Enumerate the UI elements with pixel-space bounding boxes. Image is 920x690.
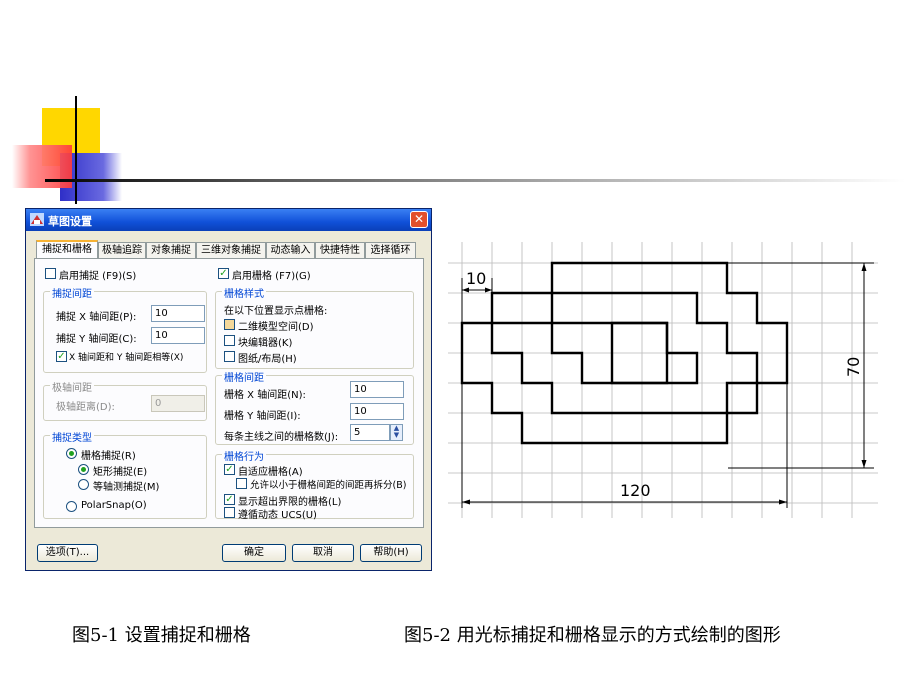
snap-type-title: 捕捉类型 xyxy=(50,429,94,444)
help-button[interactable]: 帮助(H) xyxy=(360,544,422,562)
snap-y-label: 捕捉 Y 轴间距(C): xyxy=(56,334,137,345)
snap-enable-label: 启用捕捉 (F9)(S) xyxy=(59,271,137,282)
grid-snap-radio[interactable] xyxy=(66,448,77,459)
polar-snap-label: PolarSnap(O) xyxy=(81,500,147,511)
decor-horizontal-line xyxy=(45,179,905,182)
grid-layout-label: 图纸/布局(H) xyxy=(238,354,297,365)
grid-block-checkbox[interactable] xyxy=(224,335,235,346)
follow-ucs-label: 遵循动态 UCS(U) xyxy=(238,510,317,521)
tab-3d-object-snap[interactable]: 三维对象捕捉 xyxy=(196,242,266,258)
snap-x-input[interactable]: 10 xyxy=(151,305,205,322)
grid-style-intro: 在以下位置显示点栅格: xyxy=(224,306,328,317)
grid-major-spinner[interactable]: ▲ ▼ xyxy=(390,424,403,441)
grid-spacing-group: 栅格间距 栅格 X 轴间距(N): 10 栅格 Y 轴间距(I): 10 每条主… xyxy=(215,369,414,445)
drafting-settings-dialog: 草图设置 ✕ 捕捉和栅格 极轴追踪 对象捕捉 三维对象捕捉 动态输入 快捷特性 … xyxy=(25,208,432,571)
tab-object-snap[interactable]: 对象捕捉 xyxy=(146,242,196,258)
grid-x-input[interactable]: 10 xyxy=(350,381,404,398)
snap-x-label: 捕捉 X 轴间距(P): xyxy=(56,312,137,323)
equal-spacing-label: X 轴间距和 Y 轴间距相等(X) xyxy=(69,353,184,363)
tab-label: 三维对象捕捉 xyxy=(201,245,261,256)
tab-label: 动态输入 xyxy=(270,245,311,256)
snap-type-group: 捕捉类型 栅格捕捉(R) 矩形捕捉(E) 等轴测捕捉(M) PolarSnap(… xyxy=(43,429,207,519)
rect-snap-label: 矩形捕捉(E) xyxy=(93,467,148,478)
polar-distance-label: 极轴距离(D): xyxy=(56,402,115,413)
beyond-limits-checkbox[interactable]: ✓ xyxy=(224,494,235,505)
tab-label: 快捷特性 xyxy=(320,245,360,256)
grid-block-label: 块编辑器(K) xyxy=(238,338,293,349)
grid-enable-checkbox[interactable]: ✓ xyxy=(218,268,229,279)
decor-vertical-line xyxy=(75,96,77,204)
app-icon xyxy=(30,213,44,226)
rect-snap-radio[interactable] xyxy=(78,464,89,475)
polar-spacing-title: 极轴间距 xyxy=(50,379,94,394)
tab-quick-properties[interactable]: 快捷特性 xyxy=(315,242,365,258)
caption-left: 图5-1 设置捕捉和栅格 xyxy=(72,625,251,646)
grid-major-label: 每条主线之间的栅格数(J): xyxy=(224,432,339,443)
dimensions xyxy=(461,262,874,508)
grid-model-checkbox[interactable] xyxy=(224,319,235,330)
snap-enable-checkbox[interactable] xyxy=(45,268,56,279)
options-button[interactable]: 选项(T)... xyxy=(37,544,98,562)
grid-lines xyxy=(448,242,878,518)
grid-behavior-group: 栅格行为 ✓ 自适应栅格(A) 允许以小于栅格间距的间距再拆分(B) ✓ 显示超… xyxy=(215,448,414,521)
tab-selection-cycling[interactable]: 选择循环 xyxy=(365,242,416,258)
spinner-down-icon[interactable]: ▼ xyxy=(391,432,402,439)
tab-snap-and-grid[interactable]: 捕捉和栅格 xyxy=(36,240,98,259)
tab-polar-tracking[interactable]: 极轴追踪 xyxy=(98,242,146,258)
caption-right: 图5-2 用光标捕捉和栅格显示的方式绘制的图形 xyxy=(404,625,781,646)
grid-style-group: 栅格样式 在以下位置显示点栅格: 二维模型空间(D) 块编辑器(K) 图纸/布局… xyxy=(215,285,414,369)
dialog-title-bar[interactable]: 草图设置 ✕ xyxy=(26,209,431,231)
dialog-title: 草图设置 xyxy=(48,215,92,228)
polar-spacing-group: 极轴间距 极轴距离(D): 0 xyxy=(43,379,207,421)
grid-style-title: 栅格样式 xyxy=(222,285,266,300)
snap-spacing-group: 捕捉间距 捕捉 X 轴间距(P): 10 捕捉 Y 轴间距(C): 10 ✓ X… xyxy=(43,285,207,373)
cancel-button[interactable]: 取消 xyxy=(292,544,354,562)
tab-dynamic-input[interactable]: 动态输入 xyxy=(266,242,315,258)
grid-y-label: 栅格 Y 轴间距(I): xyxy=(224,411,301,422)
grid-enable-label: 启用栅格 (F7)(G) xyxy=(232,271,311,282)
subdivide-checkbox[interactable] xyxy=(236,478,247,489)
tab-label: 选择循环 xyxy=(370,245,411,256)
grid-major-input[interactable]: 5 xyxy=(350,424,390,441)
snap-spacing-title: 捕捉间距 xyxy=(50,285,94,300)
tab-panel: 启用捕捉 (F9)(S) 捕捉间距 捕捉 X 轴间距(P): 10 捕捉 Y 轴… xyxy=(34,258,424,528)
close-icon: ✕ xyxy=(413,212,425,226)
grid-drawing: 10 120 70 xyxy=(448,242,878,518)
equal-spacing-checkbox[interactable]: ✓ xyxy=(56,351,67,362)
snap-y-input[interactable]: 10 xyxy=(151,327,205,344)
ok-button[interactable]: 确定 xyxy=(222,544,286,562)
grid-snap-label: 栅格捕捉(R) xyxy=(81,451,136,462)
close-button[interactable]: ✕ xyxy=(410,211,428,228)
dim-bottom-text: 120 xyxy=(620,481,651,500)
polar-distance-input[interactable]: 0 xyxy=(151,395,205,412)
grid-y-input[interactable]: 10 xyxy=(350,403,404,420)
follow-ucs-checkbox[interactable] xyxy=(224,507,235,518)
grid-behavior-title: 栅格行为 xyxy=(222,448,266,463)
dim-right-text: 70 xyxy=(844,357,863,377)
tab-label: 对象捕捉 xyxy=(151,245,191,256)
adaptive-grid-label: 自适应栅格(A) xyxy=(238,467,303,478)
tab-label: 极轴追踪 xyxy=(102,245,142,256)
tab-label: 捕捉和栅格 xyxy=(42,244,92,255)
iso-snap-radio[interactable] xyxy=(78,479,89,490)
iso-snap-label: 等轴测捕捉(M) xyxy=(93,482,160,493)
dim-top-text: 10 xyxy=(466,269,486,288)
adaptive-grid-checkbox[interactable]: ✓ xyxy=(224,464,235,475)
grid-spacing-title: 栅格间距 xyxy=(222,369,266,384)
grid-x-label: 栅格 X 轴间距(N): xyxy=(224,390,306,401)
grid-layout-checkbox[interactable] xyxy=(224,351,235,362)
polar-snap-radio[interactable] xyxy=(66,501,77,512)
subdivide-label: 允许以小于栅格间距的间距再拆分(B) xyxy=(250,480,407,491)
grid-model-label: 二维模型空间(D) xyxy=(238,322,314,333)
